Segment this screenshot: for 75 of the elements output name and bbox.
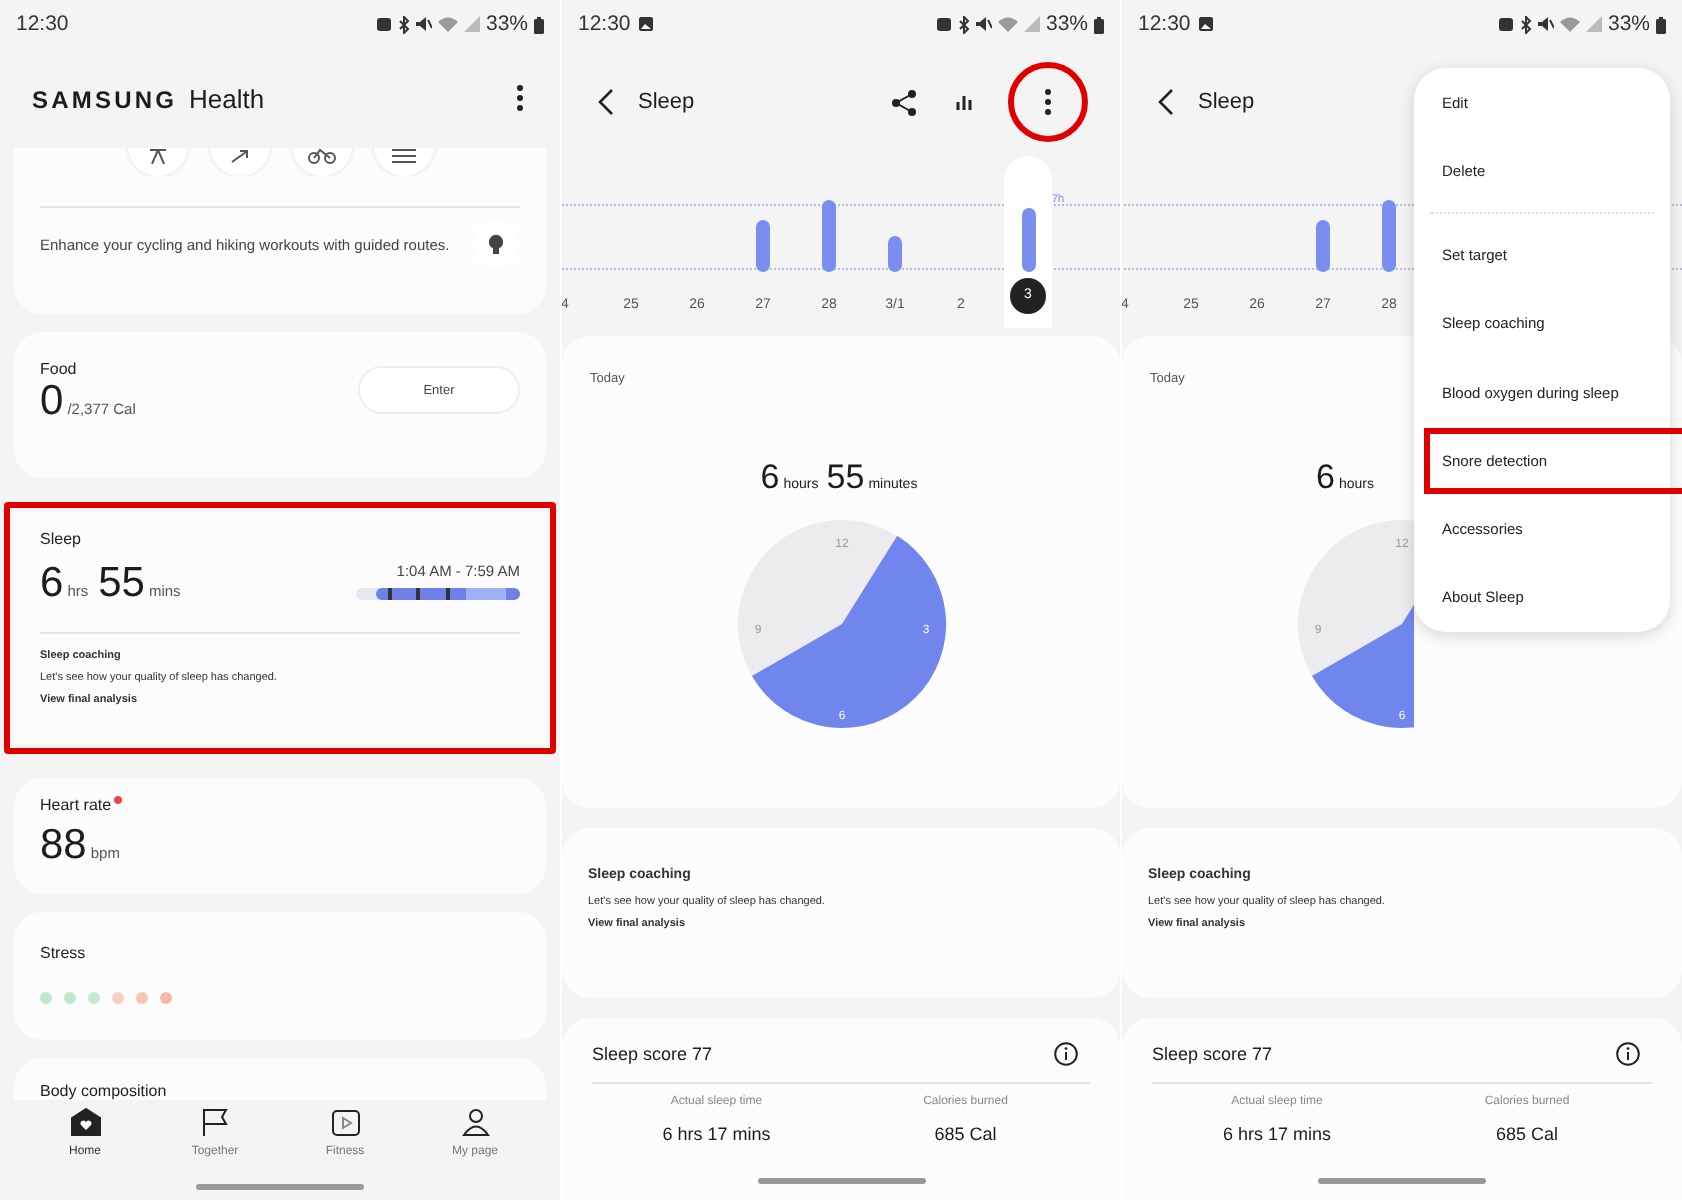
more-icon[interactable] <box>516 84 524 112</box>
info-icon[interactable] <box>1054 1042 1078 1066</box>
status-time: 12:30 <box>1138 12 1191 36</box>
gallery-icon <box>1198 16 1215 32</box>
person-icon <box>461 1108 489 1136</box>
page-title: Sleep <box>638 90 695 114</box>
share-icon[interactable] <box>892 89 916 115</box>
bar-chart-icon[interactable] <box>956 94 976 110</box>
mute-icon <box>1537 16 1554 32</box>
sleep-score: Sleep score 77 <box>1152 1044 1273 1064</box>
sleep-hours: 6 <box>40 560 64 608</box>
lightbulb-icon <box>488 233 504 255</box>
body-composition-title: Body composition <box>40 1082 169 1100</box>
wifi-icon <box>997 16 1018 32</box>
signal-icon <box>1585 16 1602 32</box>
info-icon[interactable] <box>1616 1042 1640 1066</box>
heart-rate-title: Heart rate <box>40 796 112 814</box>
sleep-title: Sleep <box>40 530 83 548</box>
flag-icon <box>201 1108 229 1136</box>
mute-icon <box>975 16 992 32</box>
signal-icon <box>1023 16 1040 32</box>
alert-dot-icon <box>113 796 122 804</box>
battery-level: 33% <box>1607 12 1650 36</box>
food-title: Food <box>40 360 79 378</box>
stat-value: 685 Cal <box>1495 1124 1559 1144</box>
battery-icon <box>1094 15 1104 33</box>
heart-rate-value: 88 <box>40 822 87 870</box>
battery-level: 33% <box>1045 12 1088 36</box>
sleep-bar <box>1021 208 1035 272</box>
hiking-icon <box>147 148 167 164</box>
sleep-bar <box>888 236 902 272</box>
status-time: 12:30 <box>16 12 69 36</box>
sleep-score: Sleep score 77 <box>592 1044 713 1064</box>
sleep-hours: 6 <box>1316 458 1335 498</box>
more-button[interactable] <box>1008 62 1088 142</box>
stress-card[interactable]: Stress <box>14 912 546 1040</box>
mute-icon <box>415 16 432 32</box>
home-icon <box>69 1108 101 1136</box>
sleep-minutes: 55 <box>98 560 145 608</box>
brand-name: SAMSUNG <box>32 85 178 113</box>
battery-icon <box>1656 15 1666 33</box>
sleep-minutes: 55 <box>826 458 865 498</box>
list-icon <box>391 148 415 164</box>
stat-value: 6 hrs 17 mins <box>1222 1124 1332 1144</box>
wifi-icon <box>437 16 458 32</box>
alarm-icon <box>375 16 392 32</box>
wifi-icon <box>1559 16 1580 32</box>
bluetooth-icon <box>957 15 970 33</box>
play-calendar-icon <box>331 1108 359 1136</box>
alarm-icon <box>935 16 952 32</box>
back-icon[interactable] <box>1158 88 1174 116</box>
status-time: 12:30 <box>578 12 631 36</box>
more-icon <box>1044 88 1052 116</box>
bluetooth-icon <box>397 15 410 33</box>
brand-product: Health <box>189 83 265 113</box>
sleep-bar <box>756 220 770 272</box>
sleep-bar <box>1382 200 1396 272</box>
sleep-hours: 6 <box>760 458 780 498</box>
page-title: Sleep <box>1198 90 1255 114</box>
gallery-icon <box>638 16 655 32</box>
stat-value: 685 Cal <box>934 1124 997 1144</box>
bicycle-icon <box>307 148 335 164</box>
back-icon[interactable] <box>598 88 614 116</box>
sleep-bar <box>1316 220 1330 272</box>
signal-icon <box>463 16 480 32</box>
arrow-icon <box>229 148 249 164</box>
bluetooth-icon <box>1519 15 1532 33</box>
sleep-bar <box>822 200 836 272</box>
food-value: 0 <box>40 378 64 426</box>
battery-icon <box>534 15 544 33</box>
stat-value: 6 hrs 17 mins <box>662 1124 771 1144</box>
alarm-icon <box>1497 16 1514 32</box>
battery-level: 33% <box>485 12 528 36</box>
body-composition-card[interactable]: Body composition <box>14 1058 546 1100</box>
stress-title: Stress <box>40 944 88 962</box>
